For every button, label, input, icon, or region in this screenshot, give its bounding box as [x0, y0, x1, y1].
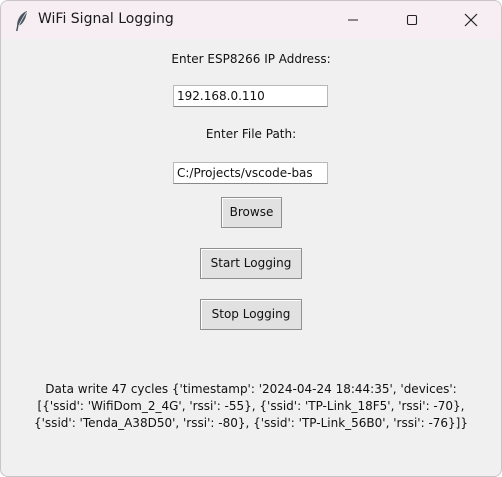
status-line: {'ssid': 'Tenda_A38D50', 'rssi': -80}, {…: [34, 416, 468, 430]
start-logging-button[interactable]: Start Logging: [200, 248, 302, 279]
status-line: [{'ssid': 'WifiDom_2_4G', 'rssi': -55}, …: [37, 399, 465, 413]
title-bar[interactable]: WiFi Signal Logging: [1, 1, 501, 39]
window-title: WiFi Signal Logging: [38, 11, 174, 27]
close-icon: [464, 13, 478, 27]
stop-logging-button[interactable]: Stop Logging: [200, 299, 302, 330]
ip-address-input[interactable]: 192.168.0.110: [173, 85, 328, 107]
close-button[interactable]: [442, 1, 500, 39]
browse-button[interactable]: Browse: [221, 197, 282, 228]
file-path-label: Enter File Path:: [205, 127, 297, 141]
maximize-button[interactable]: [383, 1, 441, 39]
minimize-icon: [348, 19, 358, 21]
maximize-icon: [406, 14, 418, 26]
ip-address-label: Enter ESP8266 IP Address:: [171, 52, 331, 66]
file-path-input[interactable]: C:/Projects/vscode-bas: [173, 162, 328, 184]
status-message: Data write 47 cycles {'timestamp': '2024…: [1, 381, 501, 432]
status-line: Data write 47 cycles {'timestamp': '2024…: [45, 382, 457, 396]
app-window: WiFi Signal Logging Enter ESP8266 IP Add…: [0, 0, 502, 477]
feather-icon: [14, 10, 30, 32]
minimize-button[interactable]: [324, 1, 382, 39]
